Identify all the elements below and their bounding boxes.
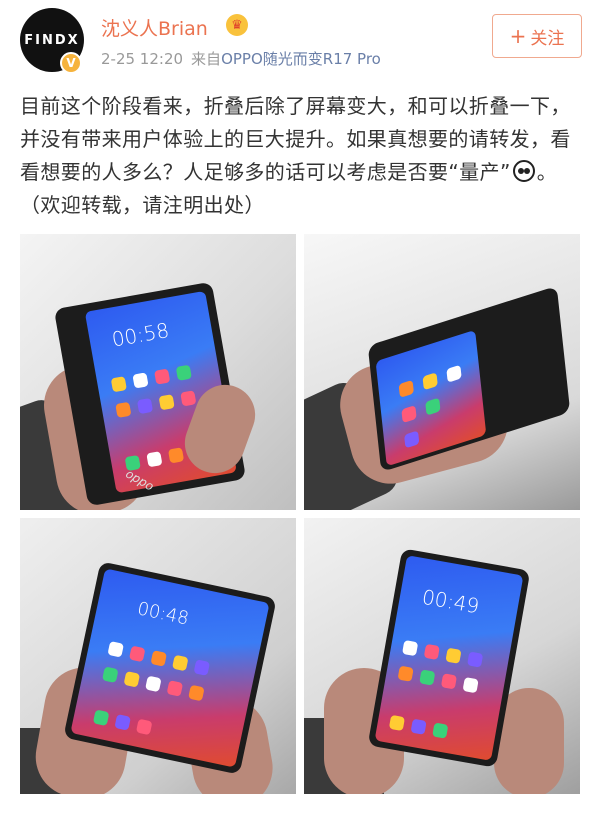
phone-screen: 00:48 — [70, 568, 270, 768]
app-icon — [123, 671, 141, 688]
app-icon — [188, 684, 205, 702]
app-icon — [419, 669, 436, 686]
app-icon — [154, 368, 171, 385]
app-icon — [110, 376, 127, 393]
app-icon — [402, 639, 419, 657]
panda-emoji-icon — [512, 160, 535, 182]
app-icon — [410, 718, 427, 735]
app-icon — [425, 397, 441, 416]
avatar-logo-text: FINDX — [24, 32, 80, 48]
app-icon — [158, 394, 175, 411]
clock-text: 00:58 — [109, 317, 171, 352]
app-icon — [462, 677, 479, 694]
app-icon — [115, 401, 132, 418]
verified-badge-label: V — [66, 56, 76, 70]
app-icon — [107, 640, 125, 658]
clock-text: 00:48 — [135, 598, 191, 630]
app-icon — [146, 451, 163, 468]
phone — [367, 285, 571, 473]
photo-2[interactable] — [304, 234, 580, 510]
app-icon — [150, 650, 168, 667]
app-icon — [432, 722, 449, 739]
app-icon — [446, 364, 462, 383]
app-icon — [135, 718, 153, 736]
clock-text: 00:49 — [420, 584, 482, 619]
app-icon — [128, 645, 146, 663]
photo-1[interactable]: 00:58 oppo — [20, 234, 296, 510]
post-header: FINDX V 沈义人Brian ♛ 2-25 12:20 来自OPPO随光而变R… — [0, 0, 600, 80]
app-icon — [388, 714, 406, 732]
follow-button-label: 关注 — [530, 28, 565, 49]
app-icon — [397, 665, 414, 682]
post-meta: 2-25 12:20 来自OPPO随光而变R17 Pro — [101, 48, 381, 69]
app-icon — [445, 647, 462, 664]
phone: 00:48 — [63, 561, 277, 775]
crown-icon: ♛ — [226, 14, 248, 36]
follow-button[interactable]: + 关注 — [492, 14, 582, 58]
app-icon — [193, 659, 211, 676]
app-icon — [171, 654, 189, 672]
verified-badge-icon: V — [60, 52, 82, 74]
username[interactable]: 沈义人Brian — [101, 14, 208, 41]
app-icon — [423, 643, 440, 661]
app-icon — [180, 390, 197, 407]
app-icon — [401, 405, 417, 424]
app-icon — [136, 397, 154, 415]
plus-icon: + — [509, 24, 527, 48]
app-icon — [92, 709, 110, 727]
app-icon — [422, 372, 438, 391]
phone-screen: 00:49 — [374, 555, 524, 761]
app-icon — [132, 372, 149, 389]
app-icon — [175, 364, 192, 381]
app-icon — [167, 447, 185, 464]
post-time: 2-25 12:20 — [101, 50, 184, 68]
post-text-body: 目前这个阶段看来，折叠后除了屏幕变大，和可以折叠一下，并没有带来用户体验上的巨大… — [20, 94, 571, 184]
source-prefix: 来自 — [191, 50, 222, 68]
app-icon — [398, 379, 414, 398]
source-link[interactable]: OPPO随光而变R17 Pro — [221, 50, 381, 68]
post-text: 目前这个阶段看来，折叠后除了屏幕变大，和可以折叠一下，并没有带来用户体验上的巨大… — [20, 90, 584, 222]
app-icon — [440, 673, 458, 690]
app-icon — [114, 714, 131, 731]
app-icon — [101, 666, 119, 684]
photo-grid: 00:58 oppo 00:48 00:49 — [20, 234, 580, 814]
photo-4[interactable]: 00:49 — [304, 518, 580, 794]
photo-3[interactable]: 00:48 — [20, 518, 296, 794]
app-icon — [166, 680, 184, 697]
app-icon — [145, 675, 162, 693]
app-icon — [467, 651, 484, 668]
app-icon — [404, 430, 420, 449]
